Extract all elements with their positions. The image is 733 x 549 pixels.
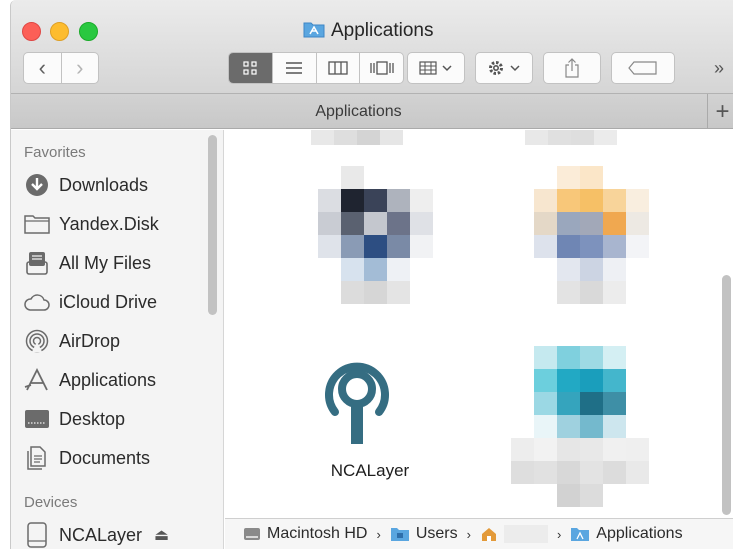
share-button[interactable] [543,52,601,84]
sidebar-item-label: NCALayer [59,524,143,545]
path-segment-label: Macintosh HD [267,525,368,542]
tab-applications[interactable]: Applications [11,103,706,121]
back-button[interactable]: ‹ [24,53,61,83]
finder-window: Applications ‹ › » Applications + Favori… [10,0,733,549]
airdrop-icon [24,328,50,354]
view-mode-control [228,52,404,84]
sidebar-item-yandex-disk[interactable]: Yandex.Disk [24,207,214,241]
applications-folder-icon [303,20,325,43]
zoom-button[interactable] [79,22,98,41]
path-segment-label: Users [415,525,458,542]
sidebar-item-all-my-files[interactable]: All My Files [24,246,214,280]
path-segment-macintosh-hd[interactable]: Macintosh HD [243,525,367,543]
content-scrollbar[interactable] [722,275,731,515]
applications-icon [24,367,50,393]
column-view-icon [328,61,348,75]
sidebar-item-label: Downloads [59,174,149,195]
file-grid: NCALayer [225,130,733,518]
list-view-button[interactable] [271,53,316,83]
ncalayer-key-icon [325,362,389,444]
forward-button[interactable]: › [60,53,99,83]
cloud-icon [24,289,50,315]
file-item-label: NCALayer [330,461,410,480]
new-tab-button[interactable]: + [707,94,733,129]
share-icon [565,58,579,78]
disk-icon [24,522,50,548]
minimize-button[interactable] [50,22,69,41]
action-button[interactable] [475,52,533,84]
sidebar-header-devices: Devices [24,494,78,511]
tab-bar: Applications + [11,94,733,129]
hard-drive-icon [244,528,260,540]
all-files-icon [24,250,50,276]
sidebar: Favorites Downloads Yandex.Disk All My F… [11,130,224,549]
sidebar-scrollbar[interactable] [208,135,217,315]
sidebar-item-label: Documents [59,447,151,468]
sidebar-item-label: Applications [59,369,157,390]
applications-folder-icon [571,528,590,541]
icon-view-icon [243,61,257,75]
documents-icon [24,445,50,471]
icon-view-button[interactable] [229,53,272,83]
cover-flow-icon [369,61,394,75]
sidebar-item-label: iCloud Drive [59,291,158,312]
close-button[interactable] [22,22,41,41]
sidebar-item-label: AirDrop [59,330,121,351]
sidebar-item-desktop[interactable]: Desktop [24,402,214,436]
window-title-text: Applications [331,20,434,41]
toolbar-overflow-button[interactable]: » [714,58,724,79]
toolbar: Applications ‹ › » [11,0,733,94]
path-separator: › [556,526,562,542]
folder-icon [390,528,409,541]
gear-icon [489,61,520,75]
sidebar-item-label: Yandex.Disk [59,213,159,234]
download-icon [24,172,50,198]
path-segment-label: Applications [596,525,683,542]
path-segment-users[interactable]: Users [390,525,458,543]
redacted-username [503,525,548,543]
path-segment-applications[interactable]: Applications [570,525,683,543]
arrange-button[interactable] [407,52,465,84]
sidebar-item-icloud-drive[interactable]: iCloud Drive [24,285,214,319]
sidebar-item-airdrop[interactable]: AirDrop [24,324,214,358]
column-view-button[interactable] [315,53,360,83]
eject-icon[interactable]: ⏏ [154,525,169,545]
arrange-icon [419,61,452,75]
nav-buttons: ‹ › [23,52,99,84]
sidebar-item-applications[interactable]: Applications [24,363,214,397]
tags-button[interactable] [611,52,675,84]
desktop-icon [24,406,50,432]
path-separator: › [466,526,471,542]
path-separator: › [376,526,381,542]
sidebar-header-favorites: Favorites [24,144,86,161]
sidebar-item-documents[interactable]: Documents [24,441,214,475]
cover-flow-button[interactable] [359,53,403,83]
list-view-icon [286,62,303,74]
home-icon [481,528,496,541]
path-segment-home[interactable] [480,525,548,543]
window-title: Applications [303,19,433,43]
sidebar-item-ncalayer[interactable]: NCALayer ⏏ [24,518,214,549]
sidebar-item-label: Desktop [59,408,126,429]
folder-icon [24,211,50,237]
sidebar-item-label: All My Files [59,252,152,273]
path-bar: Macintosh HD › Users › › Applications [225,518,733,549]
sidebar-item-downloads[interactable]: Downloads [24,168,214,202]
tag-icon [628,61,657,75]
